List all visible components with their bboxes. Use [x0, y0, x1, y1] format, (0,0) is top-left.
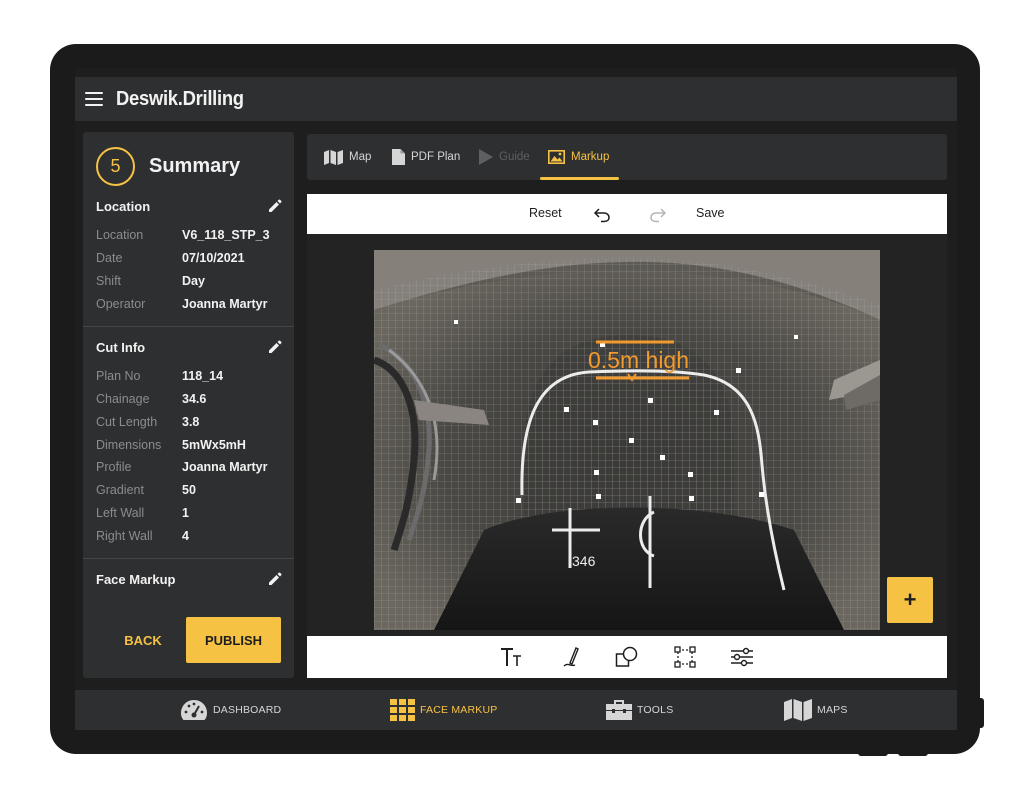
speedometer-icon	[181, 700, 207, 720]
nav-maps-label: MAPS	[817, 704, 848, 716]
gradient-row: Gradient 50	[96, 483, 196, 497]
tab-map[interactable]: Map	[324, 147, 371, 167]
tablet-side-button	[978, 698, 984, 728]
nav-maps[interactable]: MAPS	[784, 699, 848, 721]
select-tool-icon[interactable]	[674, 646, 696, 668]
redo-icon[interactable]	[649, 205, 667, 223]
location-section-heading: Location	[96, 199, 151, 214]
tablet-foot	[898, 751, 928, 756]
adjust-tool-icon[interactable]	[730, 646, 754, 668]
reset-button[interactable]: Reset	[529, 206, 562, 220]
shift-row: Shift Day	[96, 274, 205, 288]
tab-markup[interactable]: Markup	[548, 147, 609, 167]
bottom-navigation: DASHBOARD FACE MARKUP TOOLS MAPS	[75, 690, 957, 730]
edit-face-markup-icon[interactable]	[267, 571, 283, 587]
pen-tool-icon[interactable]	[562, 646, 582, 668]
section-divider	[83, 326, 294, 327]
tunnel-face-photo: 346 0.5m high	[374, 250, 880, 630]
edit-location-icon[interactable]	[267, 198, 283, 214]
add-button[interactable]: +	[887, 577, 933, 623]
nav-tools[interactable]: TOOLS	[606, 699, 673, 721]
play-icon	[479, 149, 493, 165]
tab-map-label: Map	[349, 151, 372, 163]
summary-title: Summary	[149, 155, 241, 177]
image-icon	[548, 150, 565, 164]
app-title: Deswik.Drilling	[116, 87, 244, 110]
active-tab-indicator	[540, 177, 619, 180]
undo-icon[interactable]	[593, 205, 611, 223]
tab-guide[interactable]: Guide	[479, 147, 530, 167]
back-button[interactable]: BACK	[111, 625, 175, 655]
face-markup-section-heading: Face Markup	[96, 572, 176, 587]
map-icon	[784, 699, 812, 721]
operator-row: Operator Joanna Martyr	[96, 297, 268, 311]
nav-face-markup[interactable]: FACE MARKUP	[390, 699, 497, 721]
step-number-badge: 5	[96, 147, 135, 186]
annotation-label[interactable]: 0.5m high	[588, 347, 689, 373]
map-icon	[324, 149, 343, 165]
nav-dashboard-label: DASHBOARD	[213, 704, 282, 716]
text-tool-icon[interactable]	[500, 646, 524, 668]
location-row: Location V6_118_STP_3	[96, 228, 270, 242]
cut-info-section-heading: Cut Info	[96, 340, 146, 355]
markup-toolbar: Reset Save	[307, 194, 947, 234]
summary-panel: 5 Summary Location Location V6_118_STP_3 …	[83, 132, 294, 678]
drawing-toolbar	[307, 636, 947, 678]
profile-row: Profile Joanna Martyr	[96, 460, 268, 474]
save-button[interactable]: Save	[696, 206, 725, 220]
left-wall-row: Left Wall 1	[96, 506, 189, 520]
view-tabs: Map PDF Plan Guide Markup	[307, 134, 947, 180]
grid-icon	[390, 699, 415, 721]
app-bar: Deswik.Drilling	[75, 77, 957, 121]
document-icon	[392, 149, 405, 165]
nav-face-markup-label: FACE MARKUP	[420, 704, 498, 716]
nav-tools-label: TOOLS	[637, 704, 674, 716]
tab-markup-label: Markup	[571, 151, 610, 163]
tunnel-face-image: 346 0.5m high	[374, 250, 880, 630]
right-wall-row: Right Wall 4	[96, 529, 189, 543]
section-divider	[83, 558, 294, 559]
chainage-row: Chainage 34.6	[96, 392, 207, 406]
nav-dashboard[interactable]: DASHBOARD	[180, 699, 281, 721]
markup-canvas[interactable]: 346 0.5m high	[307, 234, 947, 636]
date-row: Date 07/10/2021	[96, 251, 245, 265]
edit-cut-info-icon[interactable]	[267, 339, 283, 355]
tablet-foot	[858, 751, 888, 756]
plan-no-row: Plan No 118_14	[96, 369, 224, 383]
menu-icon[interactable]	[85, 92, 103, 106]
tab-guide-label: Guide	[499, 151, 530, 163]
app-screen: Deswik.Drilling 5 Summary Location Locat…	[75, 68, 957, 730]
dimensions-row: Dimensions 5mWx5mH	[96, 438, 246, 452]
publish-button[interactable]: PUBLISH	[186, 617, 281, 663]
tab-pdf-plan-label: PDF Plan	[411, 151, 461, 163]
shape-tool-icon[interactable]	[615, 646, 639, 668]
chalk-number: 346	[572, 553, 596, 569]
toolbox-icon	[606, 700, 632, 720]
cut-length-row: Cut Length 3.8	[96, 415, 200, 429]
tab-pdf-plan[interactable]: PDF Plan	[392, 147, 460, 167]
